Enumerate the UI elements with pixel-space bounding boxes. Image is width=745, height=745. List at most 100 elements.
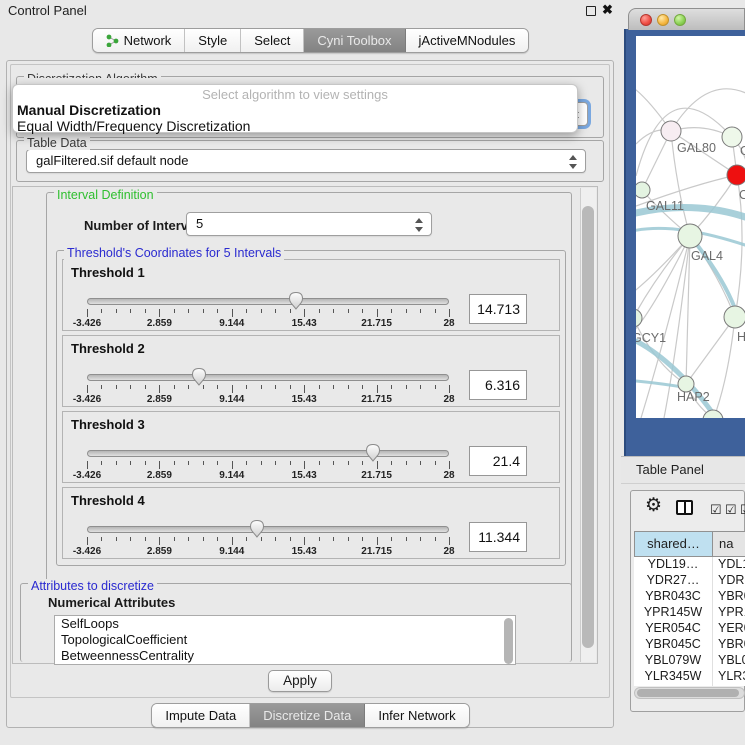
slider-tick <box>449 385 450 393</box>
network-node-label: HAP2 <box>677 390 710 404</box>
cell-name[interactable]: YBR0 <box>718 589 745 603</box>
slider-tick-label: 15.43 <box>292 546 317 557</box>
cell-shared-name[interactable]: YDR27… <box>634 573 712 587</box>
tab-cyni-toolbox[interactable]: Cyni Toolbox <box>304 29 405 52</box>
tab-network[interactable]: Network <box>93 29 186 52</box>
table-row[interactable]: YER054C YER0 <box>634 621 745 637</box>
float-window-icon[interactable] <box>586 6 596 16</box>
network-node[interactable] <box>727 165 745 185</box>
network-node[interactable] <box>636 182 650 198</box>
slider-tick <box>101 309 102 313</box>
algorithm-option[interactable]: Manual Discretization <box>17 102 161 118</box>
slider-thumb[interactable] <box>190 366 208 386</box>
tab-label: Discretize Data <box>263 708 351 723</box>
slider-tick <box>188 537 189 541</box>
tab-style[interactable]: Style <box>185 29 241 52</box>
attributes-list-scrollbar-thumb[interactable] <box>504 618 513 664</box>
slider-tick <box>304 461 305 469</box>
cell-shared-name[interactable]: YLR345W <box>634 669 712 683</box>
cell-shared-name[interactable]: YER054C <box>634 621 712 635</box>
tab-impute-data[interactable]: Impute Data <box>152 704 250 727</box>
algorithm-option[interactable]: Equal Width/Frequency Discretization <box>17 118 250 134</box>
threshold-value-field[interactable]: 11.344 <box>469 522 527 552</box>
column-layout-icon[interactable] <box>676 500 693 515</box>
cell-shared-name[interactable]: YPR145W <box>634 605 712 619</box>
network-node[interactable] <box>724 306 745 328</box>
cell-shared-name[interactable]: YBL079W <box>634 653 712 667</box>
numerical-attributes-list[interactable]: SelfLoopsTopologicalCoefficientBetweenne… <box>54 615 516 665</box>
table-row[interactable]: YIL052C YIL0 <box>634 685 745 686</box>
table-column-header-shared[interactable]: shared… <box>634 531 713 557</box>
slider-tick-label: 21.715 <box>361 318 392 329</box>
close-traffic-light[interactable] <box>640 14 652 26</box>
table-row[interactable]: YBR043C YBR0 <box>634 589 745 605</box>
network-window-titlebar[interactable] <box>628 8 745 30</box>
cell-name[interactable]: YIL0 <box>718 685 744 686</box>
zoom-traffic-light[interactable] <box>674 14 686 26</box>
cell-name[interactable]: YDR2 <box>718 573 745 587</box>
table-hscrollbar-thumb[interactable] <box>637 689 739 697</box>
network-node[interactable] <box>703 410 723 418</box>
attribute-list-item[interactable]: TopologicalCoefficient <box>55 632 515 648</box>
slider-tick <box>130 309 131 313</box>
cell-name[interactable]: YPR1 <box>718 605 745 619</box>
cell-name[interactable]: YER0 <box>718 621 745 635</box>
table-row[interactable]: YLR345W YLR3 <box>634 669 745 685</box>
close-icon[interactable]: ✖ <box>602 2 613 18</box>
slider-tick <box>217 385 218 389</box>
tab-infer-network[interactable]: Infer Network <box>365 704 468 727</box>
slider-track[interactable] <box>87 526 449 533</box>
tab-discretize-data[interactable]: Discretize Data <box>250 704 365 727</box>
table-row[interactable]: YBL079W YBL0 <box>634 653 745 669</box>
checkbox-icon[interactable]: ☑ <box>740 502 745 518</box>
checkbox-icon[interactable]: ☑ <box>725 502 737 518</box>
threshold-label: Threshold 4 <box>71 493 145 508</box>
slider-thumb[interactable] <box>364 442 382 462</box>
table-row[interactable]: YDL19… YDL1 <box>634 557 745 573</box>
slider-tick <box>377 385 378 393</box>
slider-track[interactable] <box>87 298 449 305</box>
slider-tick <box>261 309 262 313</box>
slider-thumb[interactable] <box>248 518 266 538</box>
slider-tick <box>217 309 218 313</box>
table-column-header-name[interactable]: na <box>712 531 745 557</box>
network-node[interactable] <box>661 121 681 141</box>
table-data-combobox[interactable]: galFiltered.sif default node <box>26 149 586 173</box>
slider-track[interactable] <box>87 374 449 381</box>
slider-thumb[interactable] <box>287 290 305 310</box>
network-node[interactable] <box>722 127 742 147</box>
slider-tick <box>87 537 88 545</box>
threshold-value-field[interactable]: 14.713 <box>469 294 527 324</box>
attribute-list-item[interactable]: SelfLoops <box>55 616 515 632</box>
table-row[interactable]: YPR145W YPR1 <box>634 605 745 621</box>
number-of-intervals-combobox[interactable]: 5 <box>186 212 432 236</box>
cell-name[interactable]: YLR3 <box>718 669 745 683</box>
cell-shared-name[interactable]: YBR043C <box>634 589 712 603</box>
network-canvas[interactable]: GAL80GACGAL11GAL4GCY1HHAP2 <box>636 36 745 418</box>
slider-track[interactable] <box>87 450 449 457</box>
minimize-traffic-light[interactable] <box>657 14 669 26</box>
slider-tick <box>232 537 233 545</box>
cell-shared-name[interactable]: YDL19… <box>634 557 712 571</box>
cell-name[interactable]: YDL1 <box>718 557 745 571</box>
network-edge-highlighted <box>636 341 716 418</box>
cell-name[interactable]: YBR0 <box>718 637 745 651</box>
settings-scrollbar-thumb[interactable] <box>582 206 594 648</box>
cell-name[interactable]: YBL0 <box>718 653 745 667</box>
threshold-panel: Threshold 3-3.4262.8599.14415.4321.71528… <box>62 411 560 483</box>
threshold-value-field[interactable]: 6.316 <box>469 370 527 400</box>
cell-shared-name[interactable]: YIL052C <box>634 685 712 686</box>
tab-select[interactable]: Select <box>241 29 304 52</box>
threshold-value-field[interactable]: 21.4 <box>469 446 527 476</box>
table-row[interactable]: YDR27… YDR2 <box>634 573 745 589</box>
attribute-list-item[interactable]: BetweennessCentrality <box>55 648 515 664</box>
table-row[interactable]: YBR045C YBR0 <box>634 637 745 653</box>
network-node[interactable] <box>636 309 642 327</box>
tab-jactivemnodules[interactable]: jActiveMNodules <box>406 29 529 52</box>
cell-shared-name[interactable]: YBR045C <box>634 637 712 651</box>
apply-button[interactable]: Apply <box>268 670 332 692</box>
slider-tick <box>188 385 189 389</box>
network-node[interactable] <box>678 224 702 248</box>
gear-icon[interactable]: ⚙ <box>645 496 662 516</box>
checkbox-icon[interactable]: ☑ <box>710 502 722 518</box>
